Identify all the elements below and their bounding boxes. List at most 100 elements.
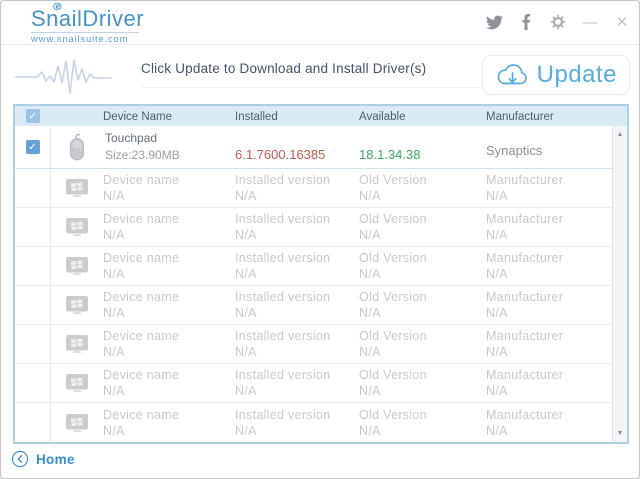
available-placeholder-cell: Old Version N/A [359,211,486,243]
device-size: Size:23.90MB [105,148,235,162]
placeholder-old-version-value: N/A [359,188,486,204]
placeholder-old-version: Old Version [359,407,486,423]
placeholder-manufacturer-value: N/A [486,305,612,321]
row-checkbox-cell [15,403,51,442]
placeholder-manufacturer: Manufacturer [486,172,612,188]
home-button[interactable]: Home [11,450,75,468]
scrollbar-down-icon[interactable]: ▼ [613,430,627,437]
installed-placeholder-cell: Installed version N/A [235,289,359,321]
placeholder-installed: Installed version [235,250,359,266]
instruction-text: Click Update to Download and Install Dri… [141,61,426,76]
home-label: Home [36,452,75,467]
placeholder-installed-value: N/A [235,227,359,243]
placeholder-manufacturer: Manufacturer [486,250,612,266]
placeholder-installed-value: N/A [235,188,359,204]
row-checkbox-cell [15,325,51,363]
mouse-icon [51,126,103,168]
placeholder-manufacturer-value: N/A [486,423,612,439]
available-placeholder-cell: Old Version N/A [359,250,486,282]
available-placeholder-cell: Old Version N/A [359,172,486,204]
banner-divider [141,87,497,88]
placeholder-manufacturer: Manufacturer [486,367,612,383]
header-manufacturer[interactable]: Manufacturer [486,110,627,123]
logo-url: www.snailsuite.com [31,35,144,45]
table-row-placeholder[interactable]: Device name N/A Installed version N/A Ol… [15,247,612,286]
row-checkbox[interactable]: ✓ [26,140,40,154]
placeholder-manufacturer-value: N/A [486,266,612,282]
placeholder-manufacturer: Manufacturer [486,289,612,305]
available-placeholder-cell: Old Version N/A [359,328,486,360]
update-button-label: Update [537,61,617,89]
placeholder-installed-value: N/A [235,305,359,321]
placeholder-old-version: Old Version [359,367,486,383]
settings-gear-icon[interactable] [549,13,567,31]
placeholder-manufacturer: Manufacturer [486,407,612,423]
device-name-placeholder-cell: Device name N/A [103,172,235,204]
header-icon-spacer [51,116,103,117]
installed-placeholder-cell: Installed version N/A [235,211,359,243]
header-device-name[interactable]: Device Name [103,110,235,123]
table-row-touchpad[interactable]: ✓ Touchpad Size:23.90MB 6.1 [15,126,612,169]
back-circle-icon [11,450,29,468]
table-row-placeholder[interactable]: Device name N/A Installed version N/A Ol… [15,286,612,325]
placeholder-manufacturer: Manufacturer [486,328,612,344]
generic-device-icon [51,403,103,442]
row-checkbox-cell: ✓ [15,126,51,168]
generic-device-icon [51,208,103,246]
placeholder-manufacturer-value: N/A [486,383,612,399]
placeholder-old-version-value: N/A [359,423,486,439]
available-placeholder-cell: Old Version N/A [359,289,486,321]
snail-shell-icon [52,2,63,11]
device-name: Touchpad [105,131,235,145]
placeholder-installed: Installed version [235,172,359,188]
table-row-placeholder[interactable]: Device name N/A Installed version N/A Ol… [15,403,612,442]
table-body: ✓ Touchpad Size:23.90MB 6.1 [15,126,627,442]
table-row-placeholder[interactable]: Device name N/A Installed version N/A Ol… [15,364,612,403]
update-button[interactable]: Update [482,55,630,95]
placeholder-device-name-value: N/A [103,383,235,399]
table-row-placeholder[interactable]: Device name N/A Installed version N/A Ol… [15,208,612,247]
manufacturer-placeholder-cell: Manufacturer N/A [486,407,612,439]
manufacturer-placeholder-cell: Manufacturer N/A [486,289,612,321]
driver-table: ✓ Device Name Installed Available Manufa… [13,104,629,444]
device-name-placeholder-cell: Device name N/A [103,407,235,439]
manufacturer-placeholder-cell: Manufacturer N/A [486,367,612,399]
placeholder-installed: Installed version [235,211,359,227]
close-icon[interactable]: ✕ [613,13,631,31]
installed-placeholder-cell: Installed version N/A [235,172,359,204]
row-checkbox-cell [15,169,51,207]
app-window: SnailDriver www.snailsuite.com [0,0,640,479]
row-checkbox-cell [15,208,51,246]
placeholder-manufacturer: Manufacturer [486,211,612,227]
placeholder-device-name: Device name [103,367,235,383]
header-installed[interactable]: Installed [235,110,359,123]
table-scrollbar[interactable]: ▲ ▼ [612,126,627,442]
banner: Click Update to Download and Install Dri… [1,45,639,103]
installed-placeholder-cell: Installed version N/A [235,328,359,360]
twitter-icon[interactable] [485,13,503,31]
installed-placeholder-cell: Installed version N/A [235,407,359,439]
placeholder-device-name: Device name [103,250,235,266]
placeholder-old-version: Old Version [359,250,486,266]
placeholder-old-version-value: N/A [359,266,486,282]
device-name-placeholder-cell: Device name N/A [103,211,235,243]
row-checkbox-cell [15,247,51,285]
scrollbar-up-icon[interactable]: ▲ [613,131,627,138]
table-row-placeholder[interactable]: Device name N/A Installed version N/A Ol… [15,169,612,208]
placeholder-manufacturer-value: N/A [486,188,612,204]
header-checkbox-cell: ✓ [15,106,51,126]
manufacturer: Synaptics [486,143,542,162]
minimize-icon[interactable]: — [581,13,599,31]
table-row-placeholder[interactable]: Device name N/A Installed version N/A Ol… [15,325,612,364]
header-available[interactable]: Available [359,110,486,123]
table-header-row: ✓ Device Name Installed Available Manufa… [15,106,627,126]
topbar: SnailDriver www.snailsuite.com [1,1,639,45]
placeholder-device-name-value: N/A [103,344,235,360]
available-version-cell: 18.1.34.38 [359,126,486,168]
select-all-checkbox[interactable]: ✓ [26,109,40,123]
placeholder-installed: Installed version [235,328,359,344]
facebook-icon[interactable] [517,13,535,31]
topbar-icons: — ✕ [485,13,631,31]
device-name-placeholder-cell: Device name N/A [103,367,235,399]
placeholder-device-name: Device name [103,328,235,344]
